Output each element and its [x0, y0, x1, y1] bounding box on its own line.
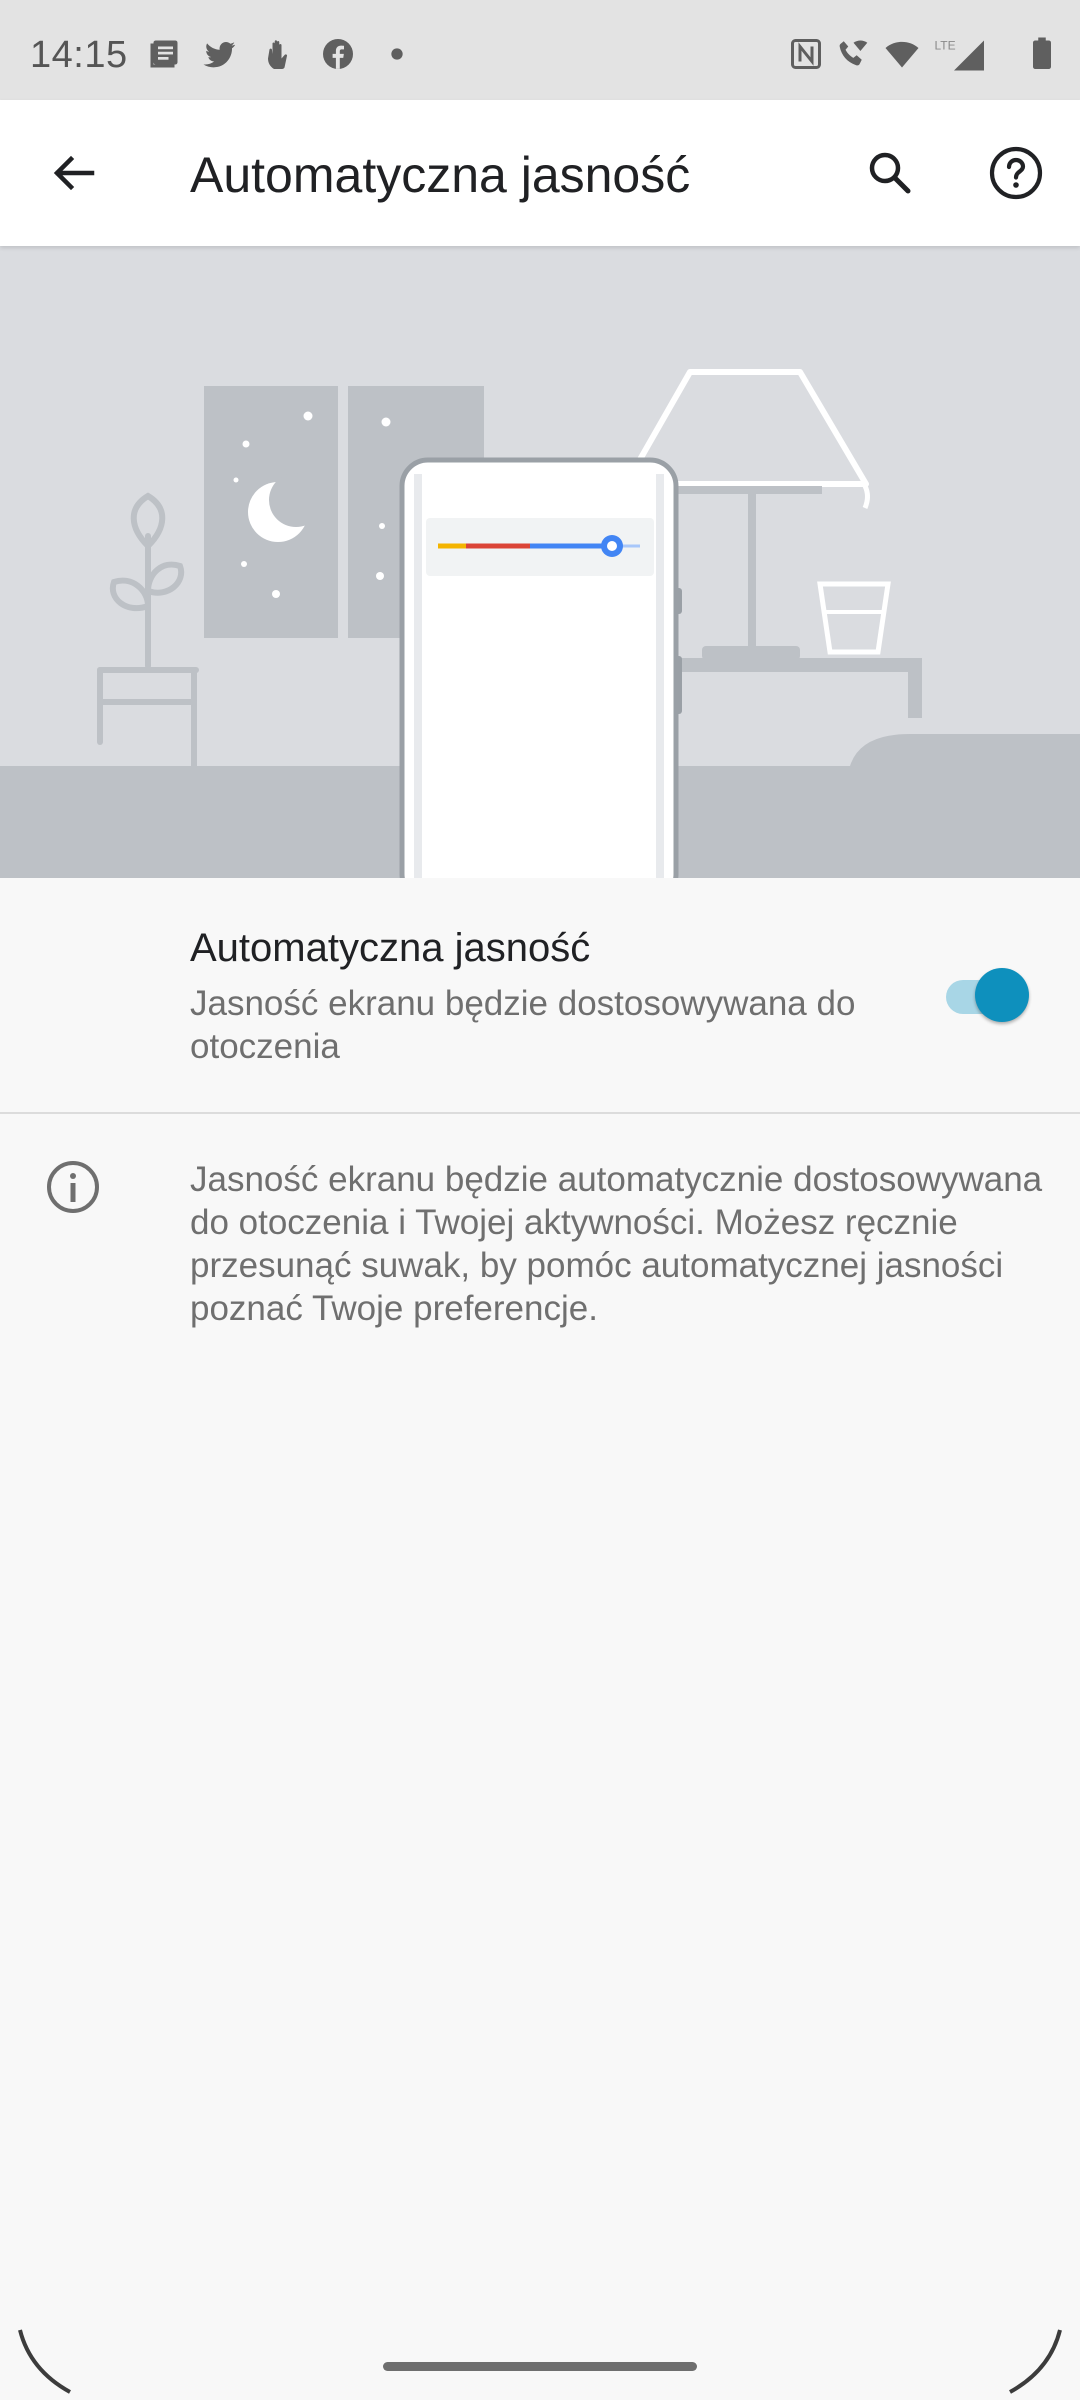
search-button[interactable]	[850, 133, 930, 213]
nfc-icon	[788, 36, 824, 72]
status-time: 14:15	[30, 34, 128, 76]
info-icon	[44, 1158, 102, 1216]
back-gesture-edge-left	[14, 2320, 74, 2400]
search-icon	[869, 152, 911, 194]
help-icon	[989, 146, 1043, 200]
lte-label: LTE	[935, 39, 956, 53]
setting-title: Automatyczna jasność	[190, 926, 591, 970]
auto-brightness-illustration	[0, 246, 1080, 878]
notes-icon	[146, 36, 182, 72]
info-text: Jasność ekranu będzie automatycznie dost…	[190, 1160, 1043, 1328]
status-bar: 14:15 LTE	[0, 0, 1080, 100]
toggle-thumb	[975, 968, 1029, 1022]
facebook-icon	[320, 36, 356, 72]
help-button[interactable]	[976, 133, 1056, 213]
wifi-calling-icon	[832, 36, 872, 72]
home-gesture-handle[interactable]	[383, 2362, 697, 2371]
arrow-back-icon	[53, 155, 95, 191]
setting-summary: Jasność ekranu będzie dostosowywana do o…	[190, 984, 856, 1066]
twitter-icon	[202, 36, 238, 72]
wifi-icon	[882, 36, 922, 72]
auto-brightness-toggle[interactable]	[940, 968, 1030, 1024]
hand-icon	[262, 36, 298, 72]
page-title: Automatyczna jasność	[190, 147, 691, 203]
back-gesture-edge-right	[1006, 2320, 1066, 2400]
dot-icon	[380, 36, 414, 72]
back-button[interactable]	[34, 133, 114, 213]
battery-icon	[1026, 36, 1058, 72]
lte-signal-icon: LTE	[928, 36, 992, 72]
auto-brightness-setting-row[interactable]: Automatyczna jasność Jasność ekranu będz…	[0, 880, 1080, 1114]
app-bar: Automatyczna jasność	[0, 100, 1080, 246]
